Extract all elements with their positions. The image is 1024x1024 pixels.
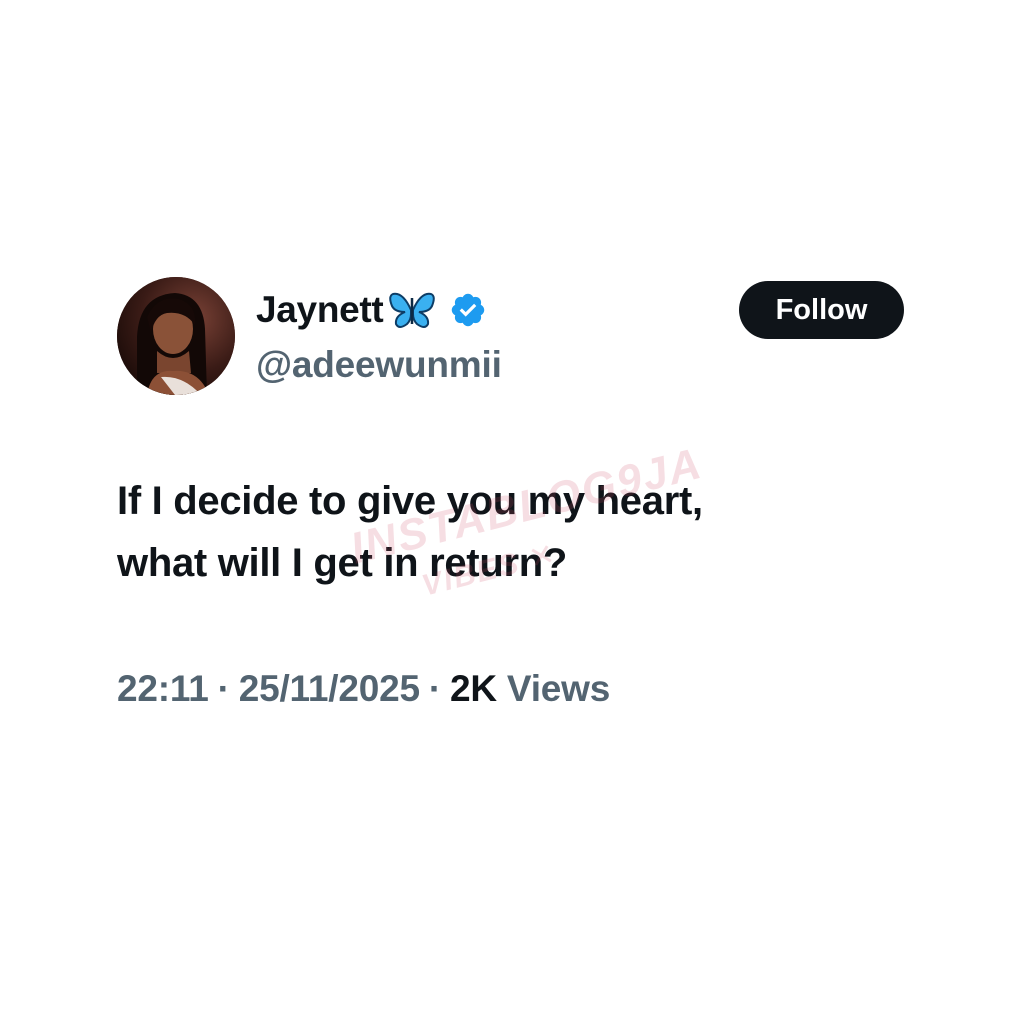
tweet-text: If I decide to give you my heart, what w… [117, 470, 917, 594]
follow-button[interactable]: Follow [739, 281, 904, 339]
display-name-row[interactable]: Jaynett [256, 286, 487, 334]
tweet-card: Jaynett @adeewunmii Follow If I decide t… [0, 0, 1024, 1024]
display-name[interactable]: Jaynett [256, 289, 384, 331]
avatar[interactable] [117, 277, 235, 395]
tweet-time[interactable]: 22:11 [117, 668, 209, 710]
meta-separator: · [428, 668, 441, 709]
blue-butterfly-icon [389, 292, 436, 328]
tweet-date[interactable]: 25/11/2025 [239, 668, 420, 710]
verified-badge-icon[interactable] [449, 291, 487, 329]
tweet-text-line: If I decide to give you my heart, [117, 479, 703, 523]
tweet-meta: 22:11 · 25/11/2025 · 2K Views [117, 668, 610, 710]
avatar-photo [117, 277, 235, 395]
meta-separator: · [217, 668, 230, 709]
tweet-text-line: what will I get in return? [117, 541, 567, 585]
views-count[interactable]: 2K [450, 668, 497, 710]
user-handle[interactable]: @adeewunmii [256, 344, 502, 386]
views-label[interactable]: Views [507, 668, 610, 710]
